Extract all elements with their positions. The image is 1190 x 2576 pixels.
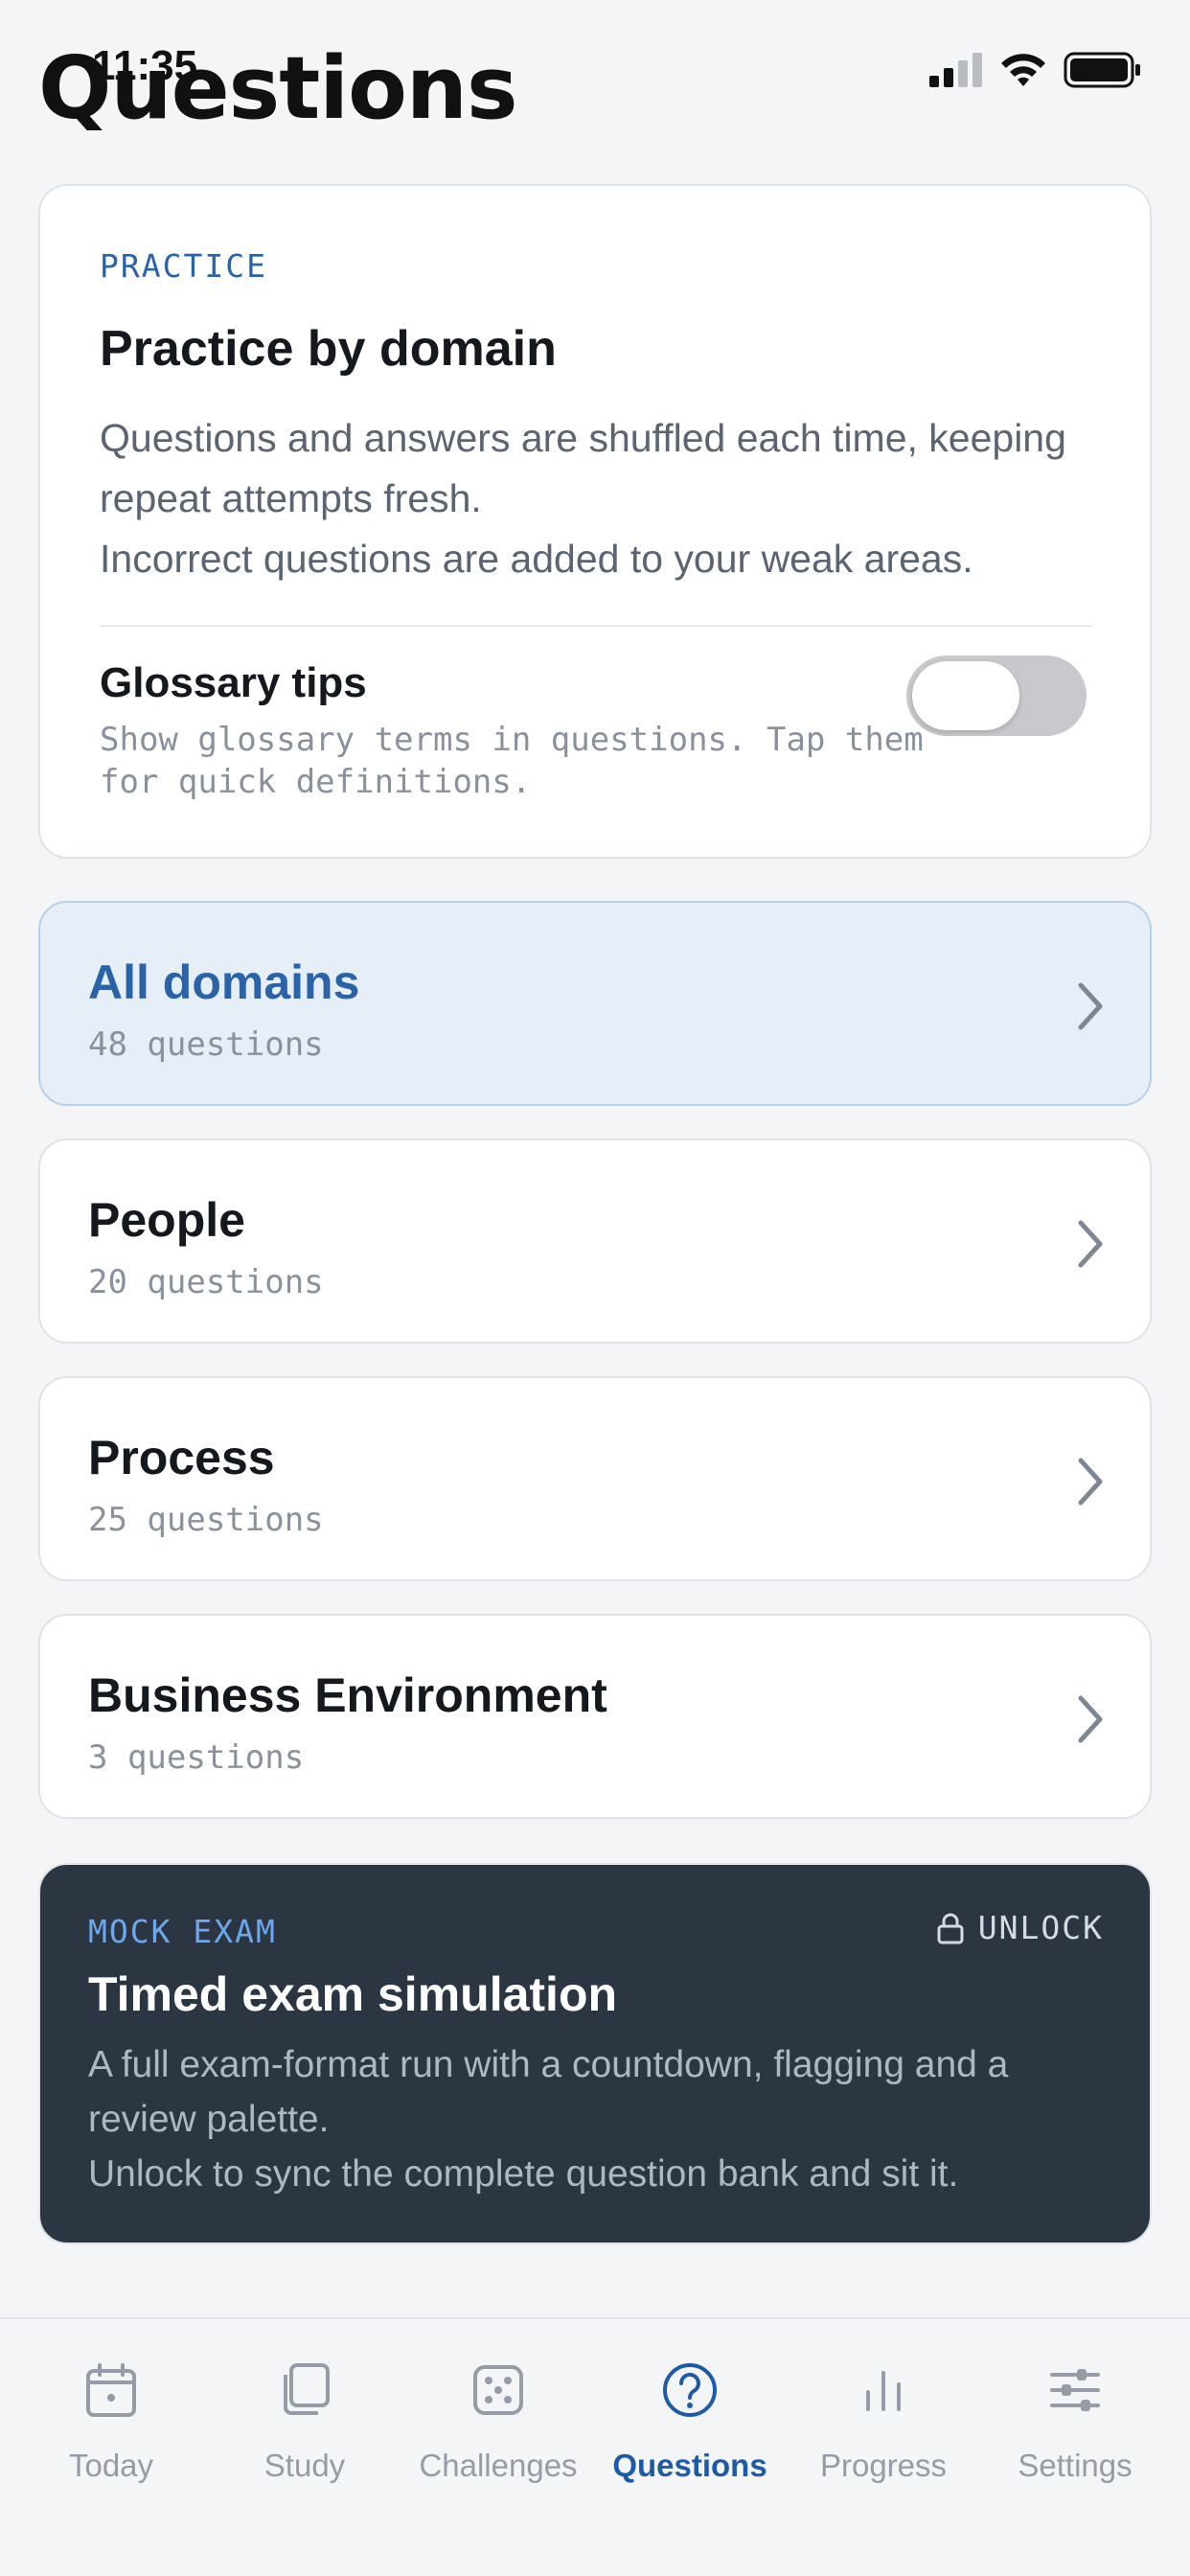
practice-eyebrow: PRACTICE	[100, 247, 267, 285]
domain-row-business-environment[interactable]: Business Environment 3 questions	[38, 1614, 1152, 1819]
bar-chart-icon	[866, 2371, 901, 2411]
mock-description: A full exam-format run with a countdown,…	[88, 2037, 1113, 2201]
sliders-icon	[1050, 2369, 1100, 2411]
battery-icon	[1064, 52, 1140, 88]
mock-eyebrow: MOCK EXAM	[88, 1913, 277, 1950]
tab-study[interactable]: Study	[209, 2359, 400, 2503]
tab-today[interactable]: Today	[15, 2359, 207, 2503]
tab-questions[interactable]: Questions	[594, 2359, 786, 2503]
tab-progress[interactable]: Progress	[788, 2359, 979, 2503]
practice-description: Questions and answers are shuffled each …	[100, 408, 1115, 589]
mock-title: Timed exam simulation	[88, 1967, 618, 2021]
tab-label: Challenges	[419, 2448, 578, 2483]
dice-icon	[473, 2365, 523, 2415]
glossary-description: Show glossary terms in questions. Tap th…	[100, 721, 924, 801]
mock-exam-card[interactable]: MOCK EXAM UNLOCK Timed exam simulation A…	[38, 1863, 1152, 2244]
practice-desc-line1: Questions and answers are shuffled each …	[100, 416, 1066, 520]
cards-icon	[284, 2363, 330, 2415]
tab-label: Progress	[819, 2448, 948, 2483]
practice-desc-line2: Incorrect questions are added to your we…	[100, 537, 973, 581]
domain-count: 20 questions	[88, 1263, 324, 1301]
cellular-signal-icon	[929, 53, 982, 87]
calendar-icon	[86, 2363, 136, 2417]
domain-count: 25 questions	[88, 1501, 324, 1539]
question-circle-icon	[663, 2363, 717, 2417]
practice-card: PRACTICE Practice by domain Questions an…	[38, 184, 1152, 859]
tab-label: Study	[263, 2448, 346, 2483]
divider	[100, 625, 1092, 627]
tab-settings[interactable]: Settings	[979, 2359, 1171, 2503]
domain-row-process[interactable]: Process 25 questions	[38, 1376, 1152, 1581]
domain-name: All domains	[88, 955, 360, 1009]
domain-name: Business Environment	[88, 1668, 607, 1722]
tab-bar: Today Study Challenges Questions Progres…	[0, 2317, 1190, 2576]
wifi-icon	[1001, 54, 1045, 86]
mock-desc-line2: Unlock to sync the complete question ban…	[88, 2153, 959, 2195]
mock-desc-line1: A full exam-format run with a countdown,…	[88, 2044, 1009, 2140]
chevron-right-icon	[1078, 982, 1103, 1030]
domain-count: 3 questions	[88, 1738, 305, 1777]
lock-icon	[937, 1913, 964, 1944]
domain-count: 48 questions	[88, 1025, 324, 1064]
domain-name: Process	[88, 1431, 275, 1484]
domain-row-all-domains[interactable]: All domains 48 questions	[38, 901, 1152, 1106]
status-icons	[929, 52, 1142, 88]
glossary-toggle[interactable]	[906, 656, 1087, 736]
tab-label: Questions	[612, 2448, 767, 2483]
domain-name: People	[88, 1193, 245, 1247]
practice-title: Practice by domain	[100, 321, 557, 377]
tab-label: Today	[68, 2448, 154, 2483]
status-time: 11:35	[92, 42, 198, 89]
toggle-knob	[912, 661, 1019, 730]
chevron-right-icon	[1078, 1458, 1103, 1506]
tab-label: Settings	[1018, 2448, 1133, 2483]
unlock-button[interactable]: UNLOCK	[936, 1909, 1104, 1946]
domain-row-people[interactable]: People 20 questions	[38, 1138, 1152, 1344]
glossary-title: Glossary tips	[100, 659, 367, 706]
unlock-label: UNLOCK	[977, 1909, 1104, 1946]
chevron-right-icon	[1078, 1220, 1103, 1268]
chevron-right-icon	[1078, 1695, 1103, 1743]
tab-challenges[interactable]: Challenges	[402, 2359, 594, 2503]
